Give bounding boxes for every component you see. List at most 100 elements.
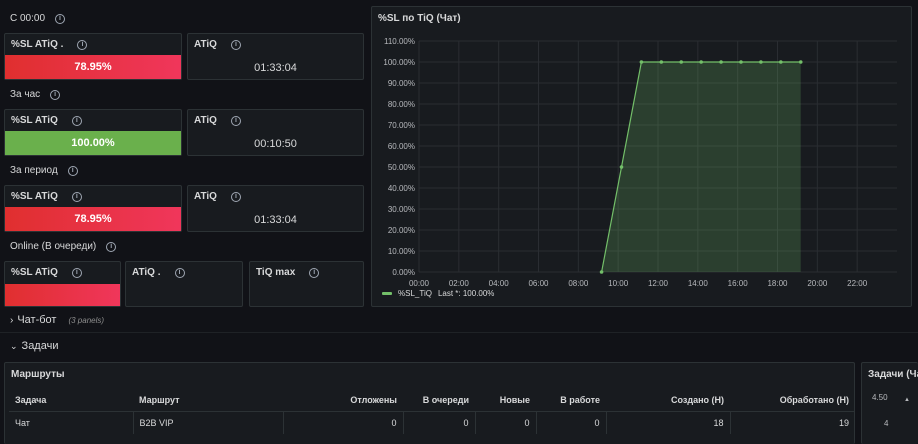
group-title: С 00:00	[10, 13, 46, 24]
info-icon[interactable]: i	[55, 13, 66, 24]
atiq-panel[interactable]: ATiQ i 00:10:50	[187, 109, 364, 156]
y-tick-label: 20.00%	[388, 226, 415, 235]
group-title: За период	[10, 165, 58, 176]
info-icon[interactable]: i	[230, 39, 241, 50]
data-point[interactable]	[719, 60, 723, 64]
chevron-down-icon: ⌄	[10, 340, 18, 351]
info-icon[interactable]: i	[71, 115, 82, 126]
y-tick-label: 90.00%	[388, 79, 415, 88]
table-cell: B2B VIP	[133, 411, 284, 434]
column-header[interactable]: Обработано (Н)	[730, 389, 855, 412]
row-tasks[interactable]: ⌄ Задачи	[10, 340, 58, 352]
info-icon[interactable]: i	[71, 191, 82, 202]
routes-table: Задача Маршрут Отложены В очереди Новые …	[9, 389, 855, 434]
data-point[interactable]	[679, 60, 684, 64]
data-point[interactable]	[599, 270, 604, 274]
panel-title: %SL ATiQ	[11, 267, 58, 278]
x-tick-label: 02:00	[449, 279, 470, 288]
y-tick-label: 10.00%	[388, 247, 415, 256]
table-cell: 0	[403, 411, 476, 434]
table-cell: 0	[283, 411, 404, 434]
y-tick-label: 4.50	[872, 393, 888, 402]
sl-atiq-panel[interactable]: %SL ATiQ i 100.00%	[4, 109, 182, 156]
table-cell: 0	[475, 411, 537, 434]
info-icon[interactable]: i	[106, 241, 117, 252]
x-tick-label: 14:00	[688, 279, 709, 288]
table-cell: 18	[606, 411, 731, 434]
y-tick-label: 110.00%	[384, 37, 415, 46]
column-header[interactable]: В очереди	[403, 389, 475, 412]
column-header[interactable]: В работе	[536, 389, 606, 412]
info-icon[interactable]: i	[50, 89, 61, 100]
y-tick-label: 40.00%	[388, 184, 415, 193]
info-icon[interactable]: i	[67, 165, 78, 176]
online-tiq-max-panel[interactable]: TiQ max i	[249, 261, 364, 307]
panel-title: Маршруты	[11, 369, 65, 380]
atiq-value: 01:33:04	[254, 214, 297, 226]
column-header[interactable]: Новые	[475, 389, 536, 412]
x-tick-label: 12:00	[648, 279, 669, 288]
info-icon[interactable]: i	[230, 115, 241, 126]
sl-tiq-chart-panel[interactable]: %SL по TiQ (Чат) 0.00% 10.00% 20.00% 30.00%…	[371, 6, 912, 307]
data-point[interactable]	[639, 60, 644, 64]
routes-panel[interactable]: Маршруты Задача Маршрут Отложены В очере…	[4, 362, 855, 444]
chart-legend[interactable]: %SL_TiQ Last *: 100.00%	[382, 289, 494, 298]
group-title: За час	[10, 89, 41, 100]
data-point[interactable]	[659, 60, 664, 64]
divider	[0, 332, 918, 333]
y-tick-label: 60.00%	[388, 142, 415, 151]
tasks-chat-panel[interactable]: Задачи (Ча 4.50 4 ▲	[861, 362, 918, 444]
table-header-row: Задача Маршрут Отложены В очереди Новые …	[9, 389, 855, 412]
panel-title: %SL ATiQ .	[11, 39, 64, 50]
y-tick-label: 80.00%	[388, 100, 415, 109]
chevron-right-icon: ›	[10, 314, 14, 326]
x-tick-label: 08:00	[568, 279, 589, 288]
atiq-value: 00:10:50	[254, 138, 297, 150]
atiq-panel[interactable]: ATiQ i 01:33:04	[187, 185, 364, 232]
data-point[interactable]	[699, 60, 703, 64]
y-tick-label: 0.00%	[392, 268, 415, 277]
info-icon[interactable]: i	[230, 191, 241, 202]
group-title: Online (В очереди)	[10, 241, 97, 252]
row-title: Чат-бот	[17, 314, 57, 326]
table-row[interactable]: Чат B2B VIP 0 0 0 0 18 19	[9, 411, 855, 434]
column-header[interactable]: Отложены	[283, 389, 403, 412]
atiq-panel[interactable]: ATiQ i 01:33:04	[187, 33, 364, 80]
y-tick-label: 30.00%	[388, 205, 415, 214]
legend-last: Last *: 100.00%	[437, 289, 495, 298]
tick-mark: ▲	[904, 397, 910, 403]
row-title: Задачи	[21, 340, 59, 352]
data-point[interactable]	[619, 165, 624, 169]
panel-title: %SL ATiQ	[11, 191, 58, 202]
info-icon[interactable]: i	[71, 267, 82, 278]
y-tick-label: 100.00%	[383, 58, 415, 67]
data-point[interactable]	[739, 60, 743, 64]
row-chatbot[interactable]: › Чат-бот (3 panels)	[10, 314, 104, 326]
row-panels-count: (3 panels)	[68, 315, 105, 325]
data-point[interactable]	[779, 60, 783, 64]
y-tick-label: 70.00%	[388, 121, 415, 130]
column-header[interactable]: Создано (Н)	[606, 389, 730, 412]
sl-bar: 78.95%	[5, 207, 181, 231]
y-tick-label: 4	[884, 419, 889, 428]
online-atiq-panel[interactable]: ATiQ . i	[125, 261, 243, 307]
panel-title: ATiQ	[194, 39, 217, 50]
table-cell: 0	[536, 411, 607, 434]
data-point[interactable]	[759, 60, 763, 64]
info-icon[interactable]: i	[174, 267, 185, 278]
sl-atiq-panel[interactable]: %SL ATiQ . i 78.95%	[4, 33, 182, 80]
x-tick-label: 22:00	[847, 279, 868, 288]
y-tick-label: 50.00%	[388, 163, 415, 172]
panel-title: TiQ max	[256, 267, 296, 278]
column-header[interactable]: Задача	[9, 389, 133, 412]
online-sl-panel[interactable]: %SL ATiQ i	[4, 261, 121, 307]
panel-title: %SL ATiQ	[11, 115, 58, 126]
data-point[interactable]	[798, 60, 803, 64]
panel-title: Задачи (Ча	[868, 369, 918, 380]
legend-swatch	[382, 292, 392, 295]
sl-atiq-panel[interactable]: %SL ATiQ i 78.95%	[4, 185, 182, 232]
sl-bar: 100.00%	[5, 131, 181, 155]
info-icon[interactable]: i	[309, 267, 320, 278]
info-icon[interactable]: i	[77, 39, 88, 50]
column-header[interactable]: Маршрут	[133, 389, 283, 412]
